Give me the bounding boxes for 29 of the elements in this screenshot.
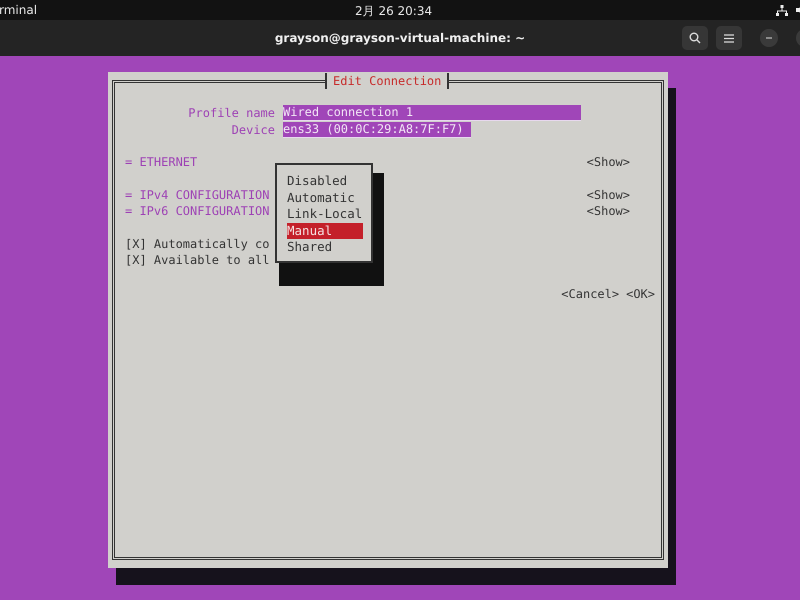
checkbox-option[interactable]: [X] Automatically co bbox=[125, 236, 270, 251]
network-icon[interactable] bbox=[776, 4, 788, 16]
section-heading: = ETHERNET bbox=[125, 155, 198, 170]
clock[interactable]: 2月 26 20:34 bbox=[355, 3, 432, 20]
input-field[interactable]: Wired connection 1 bbox=[283, 105, 581, 122]
dialog-button[interactable]: <OK> bbox=[626, 286, 655, 301]
show-button[interactable]: <Show> bbox=[586, 204, 630, 218]
search-button[interactable] bbox=[682, 26, 708, 50]
menu-option[interactable]: Disabled bbox=[287, 173, 363, 190]
section-heading: = IPv6 CONFIGURATION bbox=[125, 204, 270, 218]
menu-option[interactable]: Manual bbox=[287, 222, 363, 239]
minimize-icon bbox=[766, 37, 772, 39]
show-button[interactable]: <Show> bbox=[586, 188, 630, 202]
checkbox-option[interactable]: [X] Available to all bbox=[125, 253, 270, 268]
section-heading: = IPv4 CONFIGURATION bbox=[125, 188, 270, 202]
dialog-button[interactable]: <Cancel> bbox=[561, 286, 620, 301]
app-name[interactable]: rminal bbox=[0, 3, 38, 17]
window-title: grayson@grayson-virtual-machine: ~ bbox=[274, 31, 526, 45]
show-button[interactable]: <Show> bbox=[586, 155, 630, 170]
menu-button[interactable] bbox=[716, 26, 742, 50]
menu-option[interactable]: Shared bbox=[287, 239, 363, 256]
dialog-title: Edit Connection bbox=[325, 73, 450, 89]
menu-option[interactable]: Link-Local bbox=[287, 206, 363, 222]
menu-icon bbox=[724, 34, 734, 42]
search-icon bbox=[689, 32, 701, 44]
field-label: Profile name bbox=[187, 106, 275, 120]
input-field[interactable]: ens33 (00:0C:29:A8:7F:F7) bbox=[283, 122, 471, 138]
menu-option[interactable]: Automatic bbox=[287, 190, 363, 206]
field-label: Device bbox=[230, 122, 275, 137]
